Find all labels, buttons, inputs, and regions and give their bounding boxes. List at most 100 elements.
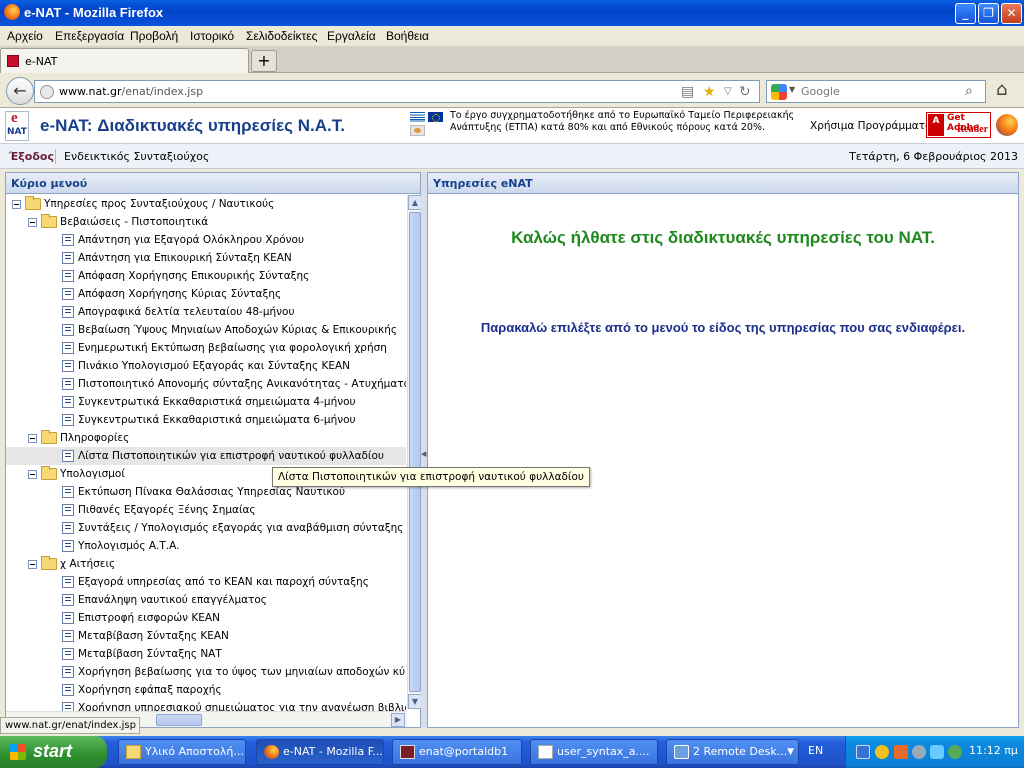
tree-folder[interactable]: Πληροφορίες xyxy=(6,429,406,447)
tree-item[interactable]: Επιστροφή εισφορών ΚΕΑΝ xyxy=(6,609,406,627)
tree-item[interactable]: Βεβαίωση Ύψους Μηνιαίων Αποδοχών Κύριας … xyxy=(6,321,406,339)
reload-icon[interactable]: ↻ xyxy=(739,84,751,100)
history-dropdown-icon[interactable]: ▽ xyxy=(724,86,732,97)
start-button[interactable]: start xyxy=(0,736,107,768)
menu-tools[interactable]: Εργαλεία xyxy=(327,29,376,43)
window-titlebar: e-NAT - Mozilla Firefox _ ❐ ✕ xyxy=(0,0,1024,26)
search-box[interactable]: ▼ ⌕ xyxy=(766,80,986,103)
tree-item[interactable]: Απόφαση Χορήγησης Επικουρικής Σύνταξης xyxy=(6,267,406,285)
collapse-arrow-icon[interactable]: ◀ xyxy=(421,450,426,458)
firefox-download-icon[interactable] xyxy=(996,114,1018,136)
tree-item[interactable]: Μεταβίβαση Σύνταξης ΚΕΑΝ xyxy=(6,627,406,645)
hscroll-thumb[interactable] xyxy=(156,714,202,726)
menu-edit[interactable]: Επεξεργασία xyxy=(55,29,124,43)
bookmark-star-icon[interactable]: ★ xyxy=(703,84,716,100)
tree-item[interactable]: Απογραφικά δελτία τελευταίου 48-μήνου xyxy=(6,303,406,321)
bluetooth-icon[interactable] xyxy=(930,745,944,759)
tree-item-label: Βεβαίωση Ύψους Μηνιαίων Αποδοχών Κύριας … xyxy=(78,324,398,336)
tree-folder[interactable]: Υπηρεσίες προς Συνταξιούχους / Ναυτικούς xyxy=(6,195,406,213)
update-icon[interactable] xyxy=(948,745,962,759)
volume-icon[interactable] xyxy=(912,745,926,759)
menu-bar: Αρχείο Επεξεργασία Προβολή Ιστορικό Σελι… xyxy=(0,26,1024,46)
taskbar-item[interactable]: 2 Remote Desk... ▼ xyxy=(666,739,799,765)
menu-history[interactable]: Ιστορικό xyxy=(190,29,234,43)
menu-bookmarks[interactable]: Σελιδοδείκτες xyxy=(246,29,317,43)
tree-item[interactable]: Χορήγηση υπηρεσιακού σημειώματος για την… xyxy=(6,699,406,711)
tree-item[interactable]: Πιστοποιητικό Απονομής σύνταξης Ανικανότ… xyxy=(6,375,406,393)
tree-vertical-scrollbar[interactable]: ▲ ▼ xyxy=(407,195,422,709)
tree-item[interactable]: Συγκεντρωτικά Εκκαθαριστικά σημειώματα 4… xyxy=(6,393,406,411)
search-engine-dropdown-icon[interactable]: ▼ xyxy=(789,85,795,94)
collapse-toggle-icon[interactable] xyxy=(28,560,37,569)
menu-view[interactable]: Προβολή xyxy=(130,29,178,43)
folder-icon xyxy=(41,214,57,228)
tree-item[interactable]: Συγκεντρωτικά Εκκαθαριστικά σημειώματα 6… xyxy=(6,411,406,429)
home-icon[interactable]: ⌂ xyxy=(996,79,1007,100)
tree-item[interactable]: Πινάκιο Υπολογισμού Εξαγοράς και Σύνταξη… xyxy=(6,357,406,375)
taskbar-item[interactable]: e-NAT - Mozilla F... xyxy=(256,739,384,765)
url-bar[interactable]: www.nat.gr/enat/index.jsp ▤ ★ ▽ ↻ xyxy=(34,80,760,103)
collapse-toggle-icon[interactable] xyxy=(28,470,37,479)
adobe-icon: A xyxy=(928,114,944,136)
collapse-toggle-icon[interactable] xyxy=(28,434,37,443)
terminal-icon xyxy=(400,745,415,759)
welcome-message: Καλώς ήλθατε στις διαδικτυακές υπηρεσίες… xyxy=(511,228,935,247)
adobe-reader-link[interactable]: A Get Adobe Reader xyxy=(926,112,991,138)
tree-folder[interactable]: χ Αιτήσεις xyxy=(6,555,406,573)
tree-item[interactable]: Χορήγηση βεβαίωσης για το ύψος των μηνια… xyxy=(6,663,406,681)
scroll-down-icon[interactable]: ▼ xyxy=(408,694,422,709)
tree-item[interactable]: Πιθανές Εξαγορές Ξένης Σημαίας xyxy=(6,501,406,519)
document-icon xyxy=(62,648,74,660)
taskbar-item[interactable]: user_syntax_a.... xyxy=(530,739,658,765)
security-icon[interactable] xyxy=(875,745,889,759)
scroll-up-icon[interactable]: ▲ xyxy=(408,195,422,210)
taskbar-item[interactable]: enat@portaldb1 xyxy=(392,739,522,765)
document-icon xyxy=(62,486,74,498)
tree-item-label: Ενημερωτική Εκτύπωση βεβαίωσης για φορολ… xyxy=(78,342,387,354)
minimize-button[interactable]: _ xyxy=(955,3,976,24)
menu-help[interactable]: Βοήθεια xyxy=(386,29,429,43)
document-icon xyxy=(62,522,74,534)
search-magnifier-icon[interactable]: ⌕ xyxy=(965,83,973,99)
feed-icon[interactable]: ▤ xyxy=(681,84,694,100)
tree-item[interactable]: Απάντηση για Επικουρική Σύνταξη ΚΕΑΝ xyxy=(6,249,406,267)
language-indicator[interactable]: EN xyxy=(808,744,823,757)
google-icon[interactable] xyxy=(771,84,787,100)
app-tray-icon[interactable] xyxy=(894,745,908,759)
document-icon xyxy=(62,702,74,711)
maximize-button[interactable]: ❐ xyxy=(978,3,999,24)
folder-icon xyxy=(41,556,57,570)
tree-folder[interactable]: Βεβαιώσεις - Πιστοποιητικά xyxy=(6,213,406,231)
tree-item-label: Πινάκιο Υπολογισμού Εξαγοράς και Σύνταξη… xyxy=(78,360,350,372)
network-icon[interactable] xyxy=(856,745,870,759)
exit-link[interactable]: Έξοδος xyxy=(9,150,54,163)
search-input[interactable] xyxy=(801,84,961,99)
tree-item[interactable]: Λίστα Πιστοποιητικών για επιστροφή ναυτι… xyxy=(6,447,406,465)
tree-item-label: Απάντηση για Επικουρική Σύνταξη ΚΕΑΝ xyxy=(78,252,292,264)
tree-item[interactable]: Υπολογισμός Α.Τ.Α. xyxy=(6,537,406,555)
tree-item[interactable]: Εξαγορά υπηρεσίας από το ΚΕΑΝ και παροχή… xyxy=(6,573,406,591)
tree-item[interactable]: Μεταβίβαση Σύνταξης ΝΑΤ xyxy=(6,645,406,663)
scroll-right-icon[interactable]: ▶ xyxy=(391,713,405,727)
menu-file[interactable]: Αρχείο xyxy=(7,29,43,43)
tree-item[interactable]: Επανάληψη ναυτικού επαγγέλματος xyxy=(6,591,406,609)
system-clock: 11:12 πμ xyxy=(969,744,1018,757)
close-button[interactable]: ✕ xyxy=(1001,3,1022,24)
tab-enat[interactable]: e-NAT xyxy=(0,48,249,73)
new-tab-button[interactable]: + xyxy=(251,50,277,72)
back-button[interactable]: ← xyxy=(6,77,34,105)
tree-item-label: Απογραφικά δελτία τελευταίου 48-μήνου xyxy=(78,306,295,318)
collapse-toggle-icon[interactable] xyxy=(12,200,21,209)
taskbar-item-label: Υλικό Αποστολή... xyxy=(145,745,244,758)
tree-item-label: Μεταβίβαση Σύνταξης ΚΕΑΝ xyxy=(78,630,229,642)
navigation-bar: ← www.nat.gr/enat/index.jsp ▤ ★ ▽ ↻ ▼ ⌕ … xyxy=(0,73,1024,108)
tree-item[interactable]: Απόφαση Χορήγησης Κύριας Σύνταξης xyxy=(6,285,406,303)
taskbar-item[interactable]: Υλικό Αποστολή... xyxy=(118,739,246,765)
collapse-toggle-icon[interactable] xyxy=(28,218,37,227)
tree-item[interactable]: Συντάξεις / Υπολογισμός εξαγοράς για ανα… xyxy=(6,519,406,537)
tree-item[interactable]: Απάντηση για Εξαγορά Ολόκληρου Χρόνου xyxy=(6,231,406,249)
scroll-thumb[interactable] xyxy=(409,212,421,692)
tree-item[interactable]: Χορήγηση εφάπαξ παροχής xyxy=(6,681,406,699)
tree-item[interactable]: Ενημερωτική Εκτύπωση βεβαίωσης για φορολ… xyxy=(6,339,406,357)
document-icon xyxy=(62,684,74,696)
